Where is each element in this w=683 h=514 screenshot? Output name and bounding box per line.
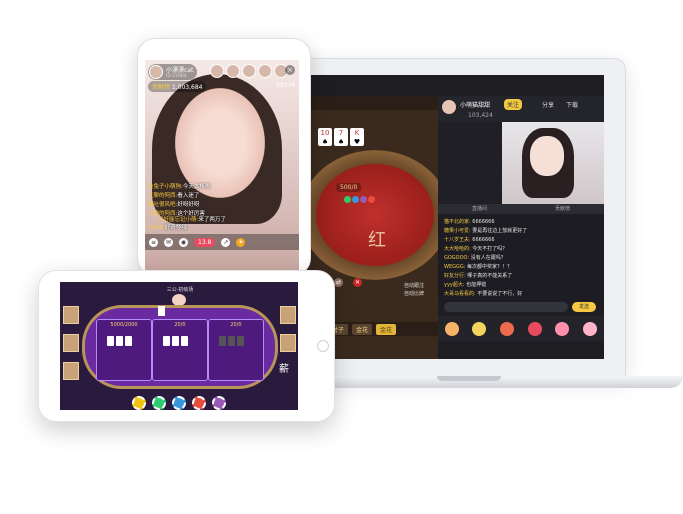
gift-icon[interactable]: ✦: [236, 237, 246, 247]
streamer-name: 小萌猫甜甜: [460, 102, 491, 109]
room-id: 89374: [276, 82, 296, 89]
zone-label: 20/0: [230, 322, 242, 328]
viewer-avatars: [210, 64, 288, 78]
chat-line: UU88:好奇怪哦: [148, 225, 187, 231]
playing-card: 7 ♠: [334, 128, 348, 146]
viewer-avatar[interactable]: [258, 64, 272, 78]
gift-icon[interactable]: [527, 322, 542, 336]
chat-line: 无聊的阿西:看入迷了: [148, 193, 200, 199]
chat-line: 大哥马看看的: 不要说说了不行，好: [444, 291, 523, 297]
chat-line: 糖果小可爱: 要是再往边上放就更好了: [444, 228, 528, 234]
player-avatar[interactable]: [280, 334, 296, 352]
table-label: 红: [368, 230, 386, 251]
playing-card: [158, 306, 165, 316]
bet-zone[interactable]: 5000/2000: [96, 319, 152, 381]
player-avatar[interactable]: [63, 306, 79, 324]
host-id: ID:21904: [166, 74, 187, 79]
viewer-avatar[interactable]: [210, 64, 224, 78]
chip-bar: [60, 396, 298, 410]
game-topbar: [306, 96, 438, 110]
coin-badge[interactable]: 贡献榜 1,003,684: [148, 81, 207, 92]
bet-zone[interactable]: 20/0: [152, 319, 208, 381]
coin-label: 贡献榜: [152, 84, 171, 91]
chat-icon[interactable]: ✉: [164, 237, 173, 247]
phone-toolbar: ≡ ✉ ◉ 13.8 ↗ ✦: [145, 234, 299, 250]
card-row: 10 ♠ 7 ♠ K ♥: [318, 128, 364, 146]
chat-line: 好友分行: 哪子真的不能关系了: [444, 273, 513, 279]
camera-icon[interactable]: ◉: [179, 237, 188, 247]
left-players: [63, 306, 79, 380]
gift-icon[interactable]: [472, 322, 487, 336]
chat-line: 猫不北的家: 6666666: [444, 219, 495, 225]
room-title: 三公·初级场: [166, 287, 194, 293]
chat-line: 金兔子小萌狗:今天太棒啦: [148, 184, 211, 190]
chat-input[interactable]: [444, 302, 568, 312]
chip-button[interactable]: [192, 396, 206, 410]
streamer-face: [530, 136, 564, 176]
host-name: 小漂漂cat: [166, 67, 194, 74]
chip-button[interactable]: [152, 396, 166, 410]
chat-line: 只好能忘记小萌:来了两万了: [158, 217, 226, 223]
download-button[interactable]: 下载: [566, 100, 578, 109]
close-icon[interactable]: ×: [285, 65, 295, 75]
gift-icon[interactable]: [444, 322, 459, 336]
chat-line: 十八岁王夫: 6666666: [444, 237, 495, 243]
chat-line: GOGOOO: 没有人在跟吗？: [444, 255, 506, 261]
share-icon[interactable]: ↗: [221, 237, 231, 247]
share-button[interactable]: 分享: [542, 100, 554, 109]
auto-compare-toggle[interactable]: 自动比牌: [404, 290, 424, 298]
bet-flush-gold-button[interactable]: 金花: [376, 323, 397, 335]
score-badge: 500/0: [336, 183, 362, 192]
chat-line: WEGGG: 每次都中奖家？！？: [444, 264, 513, 270]
viewer-avatar[interactable]: [242, 64, 256, 78]
tab-contribution[interactable]: 贡献榜: [521, 204, 604, 214]
host-text: 小漂漂cat ID:21904: [166, 65, 193, 79]
chip-button[interactable]: [212, 396, 226, 410]
gift-icon[interactable]: [583, 322, 598, 336]
chat-line: 暮吐很风吧:好呀好呀: [148, 202, 200, 208]
streamer-avatar[interactable]: [442, 100, 456, 114]
host-avatar: [149, 65, 163, 79]
chat-tabs: 直播间 贡献榜: [438, 204, 604, 214]
bet-zone[interactable]: 20/0: [208, 319, 264, 381]
follow-button[interactable]: 关注: [504, 99, 523, 110]
gift-bar: [438, 316, 604, 342]
viewer-count: 103,424: [468, 112, 493, 119]
auto-follow-toggle[interactable]: 自动跟注: [404, 282, 424, 290]
playing-card: K ♥: [350, 128, 364, 146]
player-avatar[interactable]: [63, 362, 79, 380]
bet-value: 13.8: [198, 238, 212, 246]
chat-line: 大大哈哈的: 今天不打了吗？: [444, 246, 508, 252]
coin-value: 1,003,684: [171, 84, 203, 91]
playing-card: 10 ♠: [318, 128, 332, 146]
send-button[interactable]: 发送: [572, 302, 596, 312]
side-label: 薪: [279, 364, 289, 375]
gift-icon[interactable]: [555, 322, 570, 336]
zone-label: 20/0: [174, 322, 186, 328]
dice-bet[interactable]: 13.8: [194, 237, 216, 247]
chip-stack: [344, 196, 375, 203]
viewer-avatar[interactable]: [226, 64, 240, 78]
stream-sidebar: [438, 122, 502, 204]
host-info[interactable]: 小漂漂cat ID:21904: [148, 64, 198, 80]
player-avatar[interactable]: [63, 334, 79, 352]
compare-icon[interactable]: ⇄: [334, 278, 343, 287]
chat-line: yyy超大: 也能押错: [444, 282, 487, 288]
fold-icon[interactable]: ✕: [353, 278, 362, 287]
right-players: [280, 306, 296, 352]
bet-flush-button[interactable]: 金花: [352, 323, 373, 335]
menu-icon[interactable]: ≡: [149, 237, 158, 247]
zone-label: 5000/2000: [110, 322, 138, 328]
gift-icon[interactable]: [500, 322, 515, 336]
toggle-list: 自动跟注 自动比牌: [404, 282, 424, 298]
tab-live-room[interactable]: 直播间: [438, 204, 521, 214]
chat-area: 猫不北的家: 6666666 糖果小可爱: 要是再往边上放就更好了 十八岁王夫:…: [438, 214, 604, 302]
home-button[interactable]: [317, 340, 329, 352]
chip-button[interactable]: [172, 396, 186, 410]
player-avatar[interactable]: [280, 306, 296, 324]
laptop-notch: [437, 376, 501, 381]
chip-button[interactable]: [132, 396, 146, 410]
game-table: [300, 150, 450, 280]
